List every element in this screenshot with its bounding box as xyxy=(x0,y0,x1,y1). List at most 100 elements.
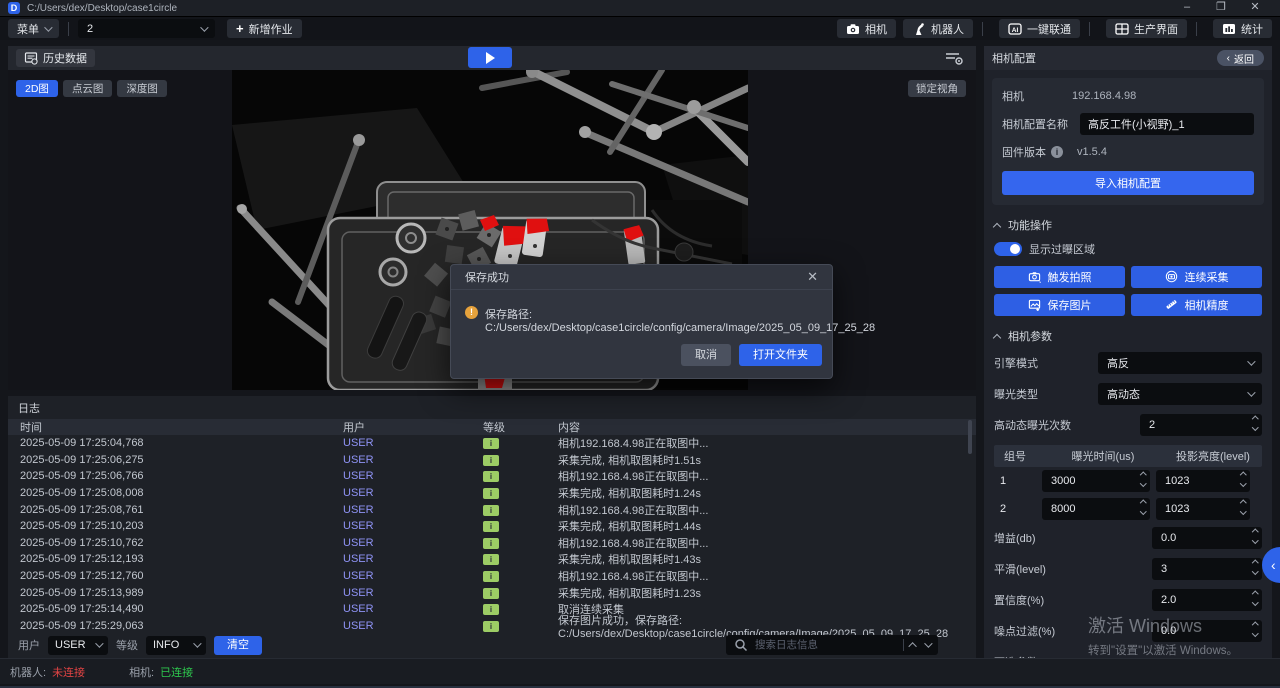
log-row[interactable]: 2025-05-09 17:25:10,203USERi采集完成, 相机取图耗时… xyxy=(8,518,976,535)
menu-dropdown[interactable]: 菜单 xyxy=(8,19,59,38)
menubar-production-button[interactable]: 生产界面 xyxy=(1106,19,1187,38)
overexposure-label: 显示过曝区域 xyxy=(1029,241,1095,257)
log-row[interactable]: 2025-05-09 17:25:08,008USERi采集完成, 相机取图耗时… xyxy=(8,485,976,502)
dialog-close-icon[interactable]: ✕ xyxy=(807,269,818,285)
history-data-button[interactable]: 历史数据 xyxy=(16,49,95,67)
spinner-arrows-icon[interactable] xyxy=(1241,473,1246,485)
projection-brightness-spinner[interactable]: 1023 xyxy=(1156,498,1250,520)
chevron-down-icon xyxy=(1247,388,1255,396)
new-job-button[interactable]: + 新增作业 xyxy=(227,19,302,38)
spinner-arrows-icon[interactable] xyxy=(1253,592,1258,604)
confidence-spinner[interactable]: 2.0 xyxy=(1152,589,1262,611)
log-panel: 日志 时间 用户 等级 内容 2025-05-09 17:25:04,768US… xyxy=(8,396,976,660)
log-row[interactable]: 2025-05-09 17:25:10,762USERi相机192.168.4.… xyxy=(8,535,976,552)
tab-view[interactable]: 深度图 xyxy=(117,80,167,97)
function-buttons: 触发拍照连续采集保存图片相机精度 xyxy=(994,266,1262,316)
chevron-up-icon xyxy=(993,333,1001,341)
info-level-badge: i xyxy=(483,438,499,449)
log-search-box[interactable] xyxy=(726,635,938,655)
log-row[interactable]: 2025-05-09 17:25:06,275USERi采集完成, 相机取图耗时… xyxy=(8,452,976,469)
viewer-tabs: 2D图点云图深度图 xyxy=(16,80,167,97)
spinner-value: 1023 xyxy=(1165,475,1189,487)
spinner-arrows-icon[interactable] xyxy=(1253,530,1258,542)
continuous-capture-button[interactable]: 连续采集 xyxy=(1131,266,1262,288)
param-label: 增益(db) xyxy=(994,530,1036,546)
exposure-table: 组号 曝光时间(us) 投影亮度(level) 1300010232800010… xyxy=(994,445,1262,523)
filter-level-dropdown[interactable]: INFO xyxy=(146,636,206,655)
tab-view[interactable]: 点云图 xyxy=(63,80,113,97)
save-image-button[interactable]: 保存图片 xyxy=(994,294,1125,316)
camera-config-header: 相机配置 ‹ 返回 xyxy=(984,46,1272,70)
overexposure-toggle[interactable] xyxy=(994,242,1022,256)
menubar-statistics-button[interactable]: 统计 xyxy=(1213,19,1272,38)
camera-precision-button[interactable]: 相机精度 xyxy=(1131,294,1262,316)
menubar-ai-connect-button[interactable]: AI一键联通 xyxy=(999,19,1080,38)
maximize-button[interactable]: ❐ xyxy=(1204,0,1238,16)
hdr-count-spinner[interactable]: 2 xyxy=(1140,414,1262,436)
dialog-cancel-button[interactable]: 取消 xyxy=(681,344,731,366)
projection-brightness-spinner[interactable]: 1023 xyxy=(1156,470,1250,492)
log-row[interactable]: 2025-05-09 17:25:12,760USERi相机192.168.4.… xyxy=(8,568,976,585)
gain-spinner[interactable]: 0.0 xyxy=(1152,527,1262,549)
back-button[interactable]: ‹ 返回 xyxy=(1217,50,1264,66)
play-button[interactable] xyxy=(468,47,512,68)
camera-status-label: 相机: xyxy=(129,664,154,680)
menubar-button-label: 机器人 xyxy=(931,21,964,37)
menubar-button-label: 相机 xyxy=(865,21,887,37)
import-config-button[interactable]: 导入相机配置 xyxy=(1002,171,1254,195)
log-user: USER xyxy=(343,520,483,532)
log-time: 2025-05-09 17:25:10,762 xyxy=(8,537,343,549)
log-level: i xyxy=(483,553,558,565)
exposure-time-spinner[interactable]: 3000 xyxy=(1042,470,1150,492)
exposure-time-spinner[interactable]: 8000 xyxy=(1042,498,1150,520)
spinner-arrows-icon[interactable] xyxy=(1141,473,1146,485)
clear-log-button[interactable]: 清空 xyxy=(214,636,262,655)
log-settings-icon[interactable] xyxy=(944,50,964,66)
trigger-capture-button[interactable]: 触发拍照 xyxy=(994,266,1125,288)
menubar-robot-button[interactable]: 机器人 xyxy=(903,19,973,38)
log-row[interactable]: 2025-05-09 17:25:13,989USERi采集完成, 相机取图耗时… xyxy=(8,584,976,601)
job-select-dropdown[interactable]: 2 xyxy=(78,19,215,38)
noise-filter-spinner[interactable]: 0.0 xyxy=(1152,620,1262,642)
log-row[interactable]: 2025-05-09 17:25:29,063USERi保存图片成功，保存路径:… xyxy=(8,618,976,635)
menubar-camera-button[interactable]: 相机 xyxy=(837,19,896,38)
spinner-arrows-icon[interactable] xyxy=(1253,417,1258,429)
engine-mode-dropdown[interactable]: 高反 xyxy=(1098,352,1262,374)
close-button[interactable]: ✕ xyxy=(1238,0,1272,16)
spinner-arrows-icon[interactable] xyxy=(1253,561,1258,573)
function-section-header[interactable]: 功能操作 xyxy=(994,217,1262,233)
lock-view-button[interactable]: 锁定视角 xyxy=(908,80,966,97)
divider xyxy=(903,639,904,651)
smooth-spinner[interactable]: 3 xyxy=(1152,558,1262,580)
log-level: i xyxy=(483,504,558,516)
log-row[interactable]: 2025-05-09 17:25:12,193USERi采集完成, 相机取图耗时… xyxy=(8,551,976,568)
log-user: USER xyxy=(343,470,483,482)
filter-user-dropdown[interactable]: USER xyxy=(48,636,108,655)
spinner-arrows-icon[interactable] xyxy=(1241,501,1246,513)
log-row[interactable]: 2025-05-09 17:25:08,761USERi相机192.168.4.… xyxy=(8,501,976,518)
info-icon[interactable]: i xyxy=(1051,146,1063,158)
filter-level-value: INFO xyxy=(153,639,179,651)
params-section-header[interactable]: 相机参数 xyxy=(994,328,1262,344)
spinner-arrows-icon[interactable] xyxy=(1253,623,1258,635)
spinner-arrows-icon[interactable] xyxy=(1141,501,1146,513)
log-row[interactable]: 2025-05-09 17:25:06,766USERi相机192.168.4.… xyxy=(8,468,976,485)
log-search-input[interactable] xyxy=(755,639,865,651)
exposure-group: 1 xyxy=(994,475,1042,487)
search-next-icon[interactable] xyxy=(924,639,932,647)
config-name-input[interactable] xyxy=(1080,113,1254,135)
spinner-value: 0.0 xyxy=(1161,625,1176,637)
log-col-user: 用户 xyxy=(343,419,483,435)
dialog-open-folder-button[interactable]: 打开文件夹 xyxy=(739,344,822,366)
camera-config-panel: 相机配置 ‹ 返回 相机 192.168.4.98 相机配置名称 固件版本 i xyxy=(984,46,1272,660)
tab-2d[interactable]: 2D图 xyxy=(16,80,58,97)
exposure-type-dropdown[interactable]: 高动态 xyxy=(1098,383,1262,405)
ai-icon: AI xyxy=(1008,22,1022,36)
exposure-type-label: 曝光类型 xyxy=(994,386,1038,402)
minimize-button[interactable]: – xyxy=(1170,0,1204,16)
search-prev-icon[interactable] xyxy=(908,642,916,650)
log-col-content: 内容 xyxy=(558,419,976,435)
log-scrollbar[interactable] xyxy=(968,420,972,454)
log-content: 相机192.168.4.98正在取图中... xyxy=(558,568,976,584)
log-row[interactable]: 2025-05-09 17:25:04,768USERi相机192.168.4.… xyxy=(8,435,976,452)
